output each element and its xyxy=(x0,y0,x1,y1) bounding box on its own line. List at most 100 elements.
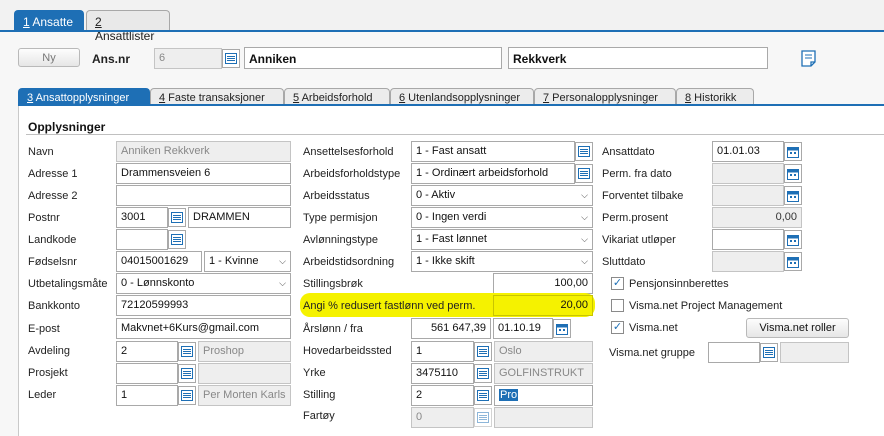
fodselsnr-field[interactable]: 04015001629 xyxy=(116,251,202,272)
gruppe-name xyxy=(780,342,849,363)
avdeling-list-icon[interactable] xyxy=(178,342,196,361)
gruppe-list-icon[interactable] xyxy=(760,343,778,362)
tab-personalopplysninger[interactable]: 7 Personalopplysninger xyxy=(534,88,676,105)
postnr-field[interactable]: 3001 xyxy=(116,207,168,228)
vismapm-label: Visma.net Project Management xyxy=(629,300,783,312)
ansettelsesforhold-list-icon[interactable] xyxy=(575,142,593,161)
chevron-down-icon: ⌵ xyxy=(581,212,588,222)
chevron-down-icon: ⌵ xyxy=(581,234,588,244)
subtab-label: Arbeidsforhold xyxy=(299,92,373,104)
kjonn-select[interactable]: 1 - Kvinne ⌵ xyxy=(204,251,291,272)
sluttdato-label: Sluttdato xyxy=(602,256,646,268)
avdeling-field[interactable]: 2 xyxy=(116,341,178,362)
navn-field: Anniken Rekkverk xyxy=(116,141,291,162)
first-name-field[interactable]: Anniken xyxy=(244,47,502,69)
top-tab-divider xyxy=(0,30,884,32)
tab-faste-transaksjoner[interactable]: 4 Faste transaksjoner xyxy=(150,88,284,105)
avlonningstype-value: 1 - Fast lønnet xyxy=(416,233,487,245)
prosjekt-field[interactable] xyxy=(116,363,178,384)
prosjekt-name xyxy=(198,363,291,384)
permfradato-field xyxy=(712,163,784,184)
subtab-label: Faste transaksjoner xyxy=(165,92,265,104)
permfradato-label: Perm. fra dato xyxy=(602,168,672,180)
tab-arbeidsforhold[interactable]: 5 Arbeidsforhold xyxy=(284,88,390,105)
tab-ansattlister[interactable]: 2 Ansattlister xyxy=(86,10,170,43)
postnr-list-icon[interactable] xyxy=(168,208,186,227)
utbetaling-label: Utbetalingsmåte xyxy=(28,278,108,290)
hovedarbeidssted-label: Hovedarbeidssted xyxy=(303,345,392,357)
bankkonto-field[interactable]: 72120599993 xyxy=(116,295,291,316)
avdeling-name: Proshop xyxy=(198,341,291,362)
calendar-icon[interactable] xyxy=(784,142,802,161)
tab-ansatte[interactable]: 1 Ansatte xyxy=(14,10,84,31)
stilling-list-icon[interactable] xyxy=(474,386,492,405)
arbeidsforholdstype-list-icon[interactable] xyxy=(575,164,593,183)
prosjekt-list-icon[interactable] xyxy=(178,364,196,383)
stillingsbrok-field[interactable]: 100,00 xyxy=(493,273,593,294)
leder-field[interactable]: 1 xyxy=(116,385,178,406)
tab-historikk[interactable]: 8 Historikk xyxy=(676,88,754,105)
ans-nr-list-icon[interactable] xyxy=(222,49,240,68)
adresse2-label: Adresse 2 xyxy=(28,190,78,202)
typepermisjon-select[interactable]: 0 - Ingen verdi ⌵ xyxy=(411,207,593,228)
arbeidsstatus-select[interactable]: 0 - Aktiv ⌵ xyxy=(411,185,593,206)
typepermisjon-label: Type permisjon xyxy=(303,212,378,224)
calendar-icon[interactable] xyxy=(784,230,802,249)
arslonn-fra-field[interactable]: 01.10.19 xyxy=(493,318,553,339)
arbeidsforholdstype-field[interactable]: 1 - Ordinært arbeidsforhold xyxy=(411,163,575,184)
arbeidstidsordning-select[interactable]: 1 - Ikke skift ⌵ xyxy=(411,251,593,272)
vismanet-checkbox[interactable]: ✓ xyxy=(611,321,624,334)
hovedarbeidssted-name: Oslo xyxy=(494,341,593,362)
arbeidsstatus-label: Arbeidsstatus xyxy=(303,190,370,202)
ansettelsesforhold-field[interactable]: 1 - Fast ansatt xyxy=(411,141,575,162)
forventet-label: Forventet tilbake xyxy=(602,190,684,202)
tab-utenlandsopplysninger[interactable]: 6 Utenlandsopplysninger xyxy=(390,88,534,105)
hovedarbeidssted-field[interactable]: 1 xyxy=(411,341,474,362)
ansattdato-label: Ansattdato xyxy=(602,146,655,158)
calendar-icon[interactable] xyxy=(784,252,802,271)
calendar-icon[interactable] xyxy=(553,319,571,338)
vikariat-field[interactable] xyxy=(712,229,784,250)
arbeidsstatus-value: 0 - Aktiv xyxy=(416,189,456,201)
arslonn-label: Årslønn / fra xyxy=(303,323,363,335)
subtab-label: Ansattopplysninger xyxy=(33,92,130,104)
pensjon-checkbox[interactable]: ✓ xyxy=(611,277,624,290)
avlonningstype-label: Avlønningstype xyxy=(303,234,379,246)
utbetaling-select[interactable]: 0 - Lønnskonto ⌵ xyxy=(116,273,291,294)
leder-list-icon[interactable] xyxy=(178,386,196,405)
leder-name: Per Morten Karls xyxy=(198,385,291,406)
gruppe-field[interactable] xyxy=(708,342,760,363)
avlonningstype-select[interactable]: 1 - Fast lønnet ⌵ xyxy=(411,229,593,250)
bankkonto-label: Bankkonto xyxy=(28,300,80,312)
landkode-list-icon[interactable] xyxy=(168,230,186,249)
stillingsbrok-label: Stillingsbrøk xyxy=(303,278,363,290)
note-icon[interactable] xyxy=(800,50,818,71)
stilling-name[interactable]: Pro xyxy=(494,385,593,406)
hovedarbeidssted-list-icon[interactable] xyxy=(474,342,492,361)
calendar-icon[interactable] xyxy=(784,164,802,183)
tab-ansattopplysninger[interactable]: 3 Ansattopplysninger xyxy=(18,88,150,105)
typepermisjon-value: 0 - Ingen verdi xyxy=(416,211,487,223)
calendar-icon[interactable] xyxy=(784,186,802,205)
postnr-label: Postnr xyxy=(28,212,60,224)
landkode-field[interactable] xyxy=(116,229,168,250)
vismapm-checkbox[interactable] xyxy=(611,299,624,312)
adresse2-field[interactable] xyxy=(116,185,291,206)
visma-roller-button[interactable]: Visma.net roller xyxy=(746,318,849,338)
yrke-name: GOLFINSTRUKT xyxy=(494,363,593,384)
redusert-field[interactable]: 20,00 xyxy=(493,295,593,316)
yrke-field[interactable]: 3475110 xyxy=(411,363,474,384)
adresse1-field[interactable]: Drammensveien 6 xyxy=(116,163,291,184)
last-name-field[interactable]: Rekkverk xyxy=(508,47,768,69)
epost-field[interactable]: Makvnet+6Kurs@gmail.com xyxy=(116,318,291,339)
new-button[interactable]: Ny xyxy=(18,48,80,67)
yrke-list-icon[interactable] xyxy=(474,364,492,383)
arslonn-field[interactable]: 561 647,39 xyxy=(411,318,491,339)
stilling-field[interactable]: 2 xyxy=(411,385,474,406)
ansattdato-field[interactable]: 01.01.03 xyxy=(712,141,784,162)
ansettelsesforhold-label: Ansettelsesforhold xyxy=(303,146,394,158)
tab-ansattlister-num: 2 xyxy=(95,15,102,29)
sluttdato-field xyxy=(712,251,784,272)
leder-label: Leder xyxy=(28,389,57,401)
ans-nr-field[interactable]: 6 xyxy=(154,48,222,69)
